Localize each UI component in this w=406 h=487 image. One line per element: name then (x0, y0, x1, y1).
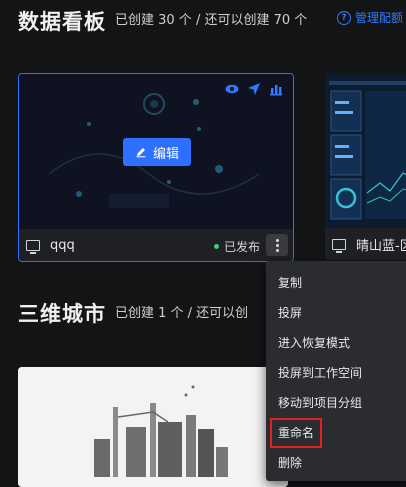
menu-item-cast[interactable]: 投屏 (278, 304, 302, 321)
more-dot (275, 243, 279, 247)
card-footer: 晴山蓝-区 (325, 228, 406, 260)
more-options-button[interactable] (266, 234, 288, 256)
menu-item-copy[interactable]: 复制 (278, 274, 302, 291)
monitor-icon (26, 239, 40, 254)
card-name: 晴山蓝-区 (356, 238, 406, 254)
published-dot-icon (214, 244, 219, 249)
edit-button[interactable]: 编辑 (123, 138, 191, 166)
menu-item-move-to-group[interactable]: 移动到项目分组 (278, 394, 362, 411)
section-title-city: 三维城市 (18, 302, 106, 326)
card-footer: qqq 已发布 (19, 229, 293, 261)
city-quota-text: 已创建 1 个 / 还可以创 (115, 306, 249, 321)
card-thumbnail[interactable]: 编辑 (19, 74, 293, 229)
context-menu: 复制 投屏 进入恢复模式 投屏到工作空间 移动到项目分组 重命名 删除 (266, 261, 406, 481)
dashboard-card-second[interactable]: 晴山蓝-区 (325, 73, 406, 260)
dashboard-quota-text: 已创建 30 个 / 还可以创建 70 个 (115, 13, 308, 28)
edit-button-label: 编辑 (152, 146, 179, 162)
section-title-dashboard: 数据看板 (18, 10, 106, 34)
bar-chart-icon[interactable] (269, 82, 283, 96)
dashboard-card-qqq[interactable]: 编辑 qqq 已发布 (18, 73, 294, 262)
status-badge: 已发布 (214, 238, 260, 255)
pencil-icon (136, 148, 146, 158)
status-text: 已发布 (224, 240, 261, 254)
help-icon: ? (337, 10, 351, 25)
city-card[interactable] (18, 367, 288, 487)
menu-item-delete[interactable]: 删除 (278, 454, 302, 471)
menu-item-recovery-mode[interactable]: 进入恢复模式 (278, 334, 350, 351)
menu-item-cast-to-workspace[interactable]: 投屏到工作空间 (278, 364, 362, 381)
thumbnail-preview (329, 81, 406, 220)
more-dot (275, 248, 279, 252)
rename-highlight-box (270, 418, 322, 448)
more-dot (275, 238, 279, 242)
manage-quota-label: 管理配额 (355, 11, 404, 25)
monitor-icon (332, 238, 346, 253)
city-thumbnail (18, 367, 288, 487)
card-name: qqq (50, 237, 75, 253)
send-icon[interactable] (247, 82, 261, 96)
eye-icon[interactable] (225, 82, 239, 96)
card-thumbnail[interactable] (325, 73, 406, 228)
manage-quota-link[interactable]: ? 管理配额 (337, 9, 403, 26)
